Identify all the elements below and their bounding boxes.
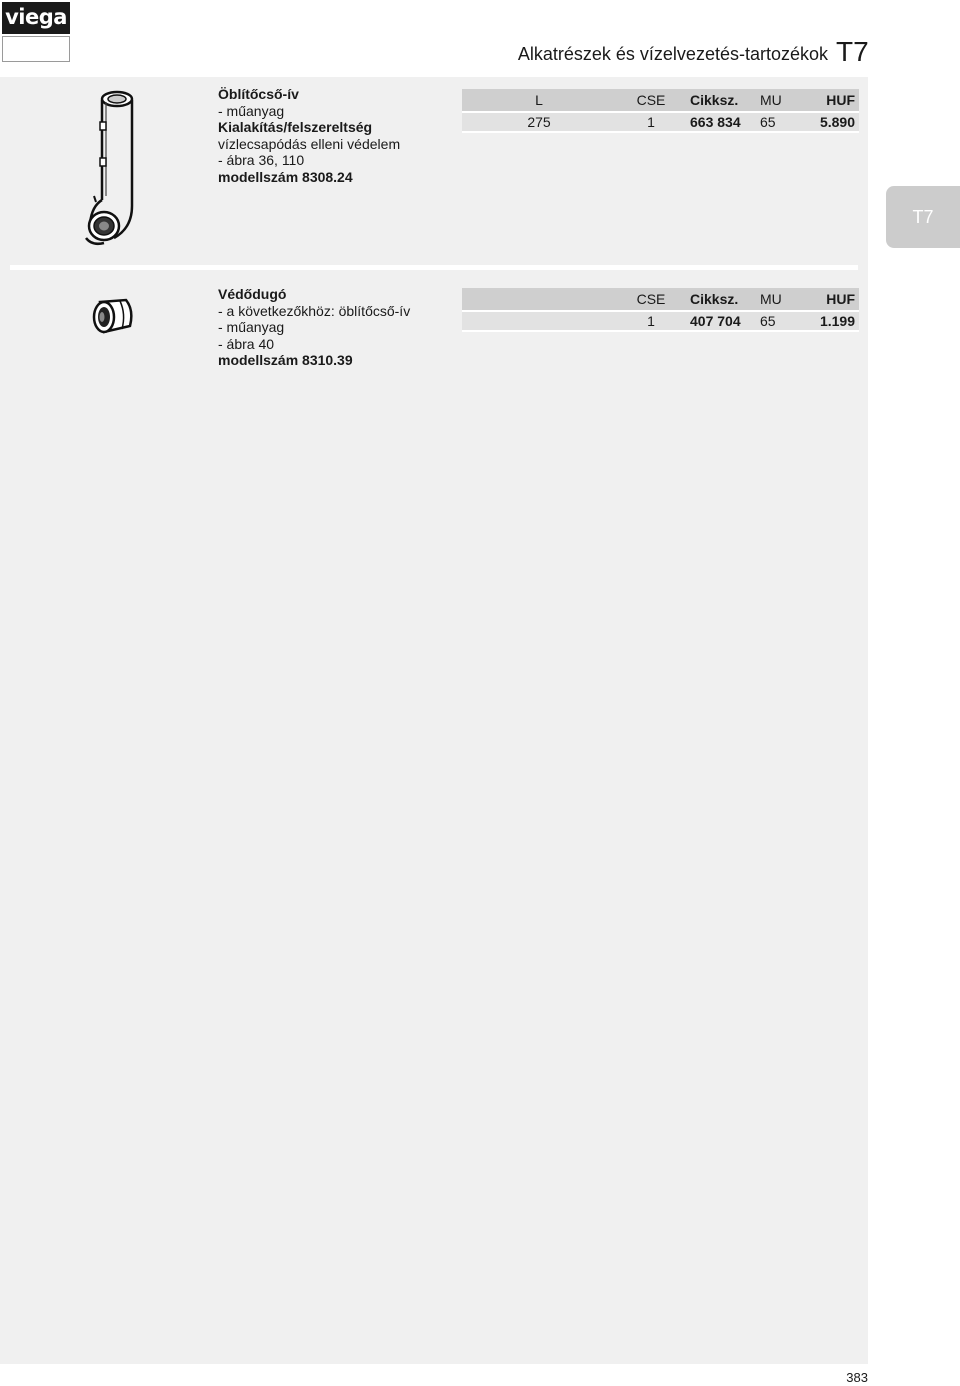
product-table: CSE Cikksz. MU HUF 1 407 704 65 1.199: [462, 288, 859, 332]
column-header-price: HUF: [796, 288, 859, 312]
cell-length: 275: [462, 112, 616, 133]
cell-unit: 65: [756, 112, 796, 133]
cell-article-number: 407 704: [686, 311, 756, 332]
description-line: Védődugó: [218, 286, 287, 302]
table-row: 1 407 704 65 1.199: [462, 311, 859, 332]
description-line: vízlecsapódás elleni védelem: [218, 135, 401, 152]
description-line: - műanyag: [218, 319, 285, 335]
column-header-length: L: [462, 89, 616, 113]
section-code: T7: [836, 36, 869, 67]
protective-cap-image: [92, 298, 133, 334]
column-header-unit: MU: [756, 288, 796, 312]
flush-pipe-bend-image: [85, 90, 134, 246]
description-line: - ábra 40: [218, 335, 275, 352]
content-area: [0, 77, 868, 1364]
table-header-row: CSE Cikksz. MU HUF: [462, 288, 859, 312]
logo-box-blank: [2, 36, 70, 62]
description-line: modellszám 8308.24: [218, 168, 353, 185]
cell-pack: 1: [616, 112, 686, 133]
cell-pack: 1: [616, 311, 686, 332]
cell-empty: [462, 311, 616, 332]
column-header-article: Cikksz.: [686, 288, 756, 312]
viega-logo: viega: [2, 2, 70, 34]
column-header-price: HUF: [796, 89, 859, 113]
page-number: 383: [846, 1370, 868, 1385]
product-description: Védődugó - a következőkhöz: öblítőcső-ív…: [218, 286, 410, 369]
table-header-row: L CSE Cikksz. MU HUF: [462, 89, 859, 113]
section-tab-t7[interactable]: T7: [886, 186, 960, 248]
product-description: Öblítőcső-ív - műanyag Kialakítás/felsze…: [218, 86, 400, 185]
product-table: L CSE Cikksz. MU HUF 275 1 663 834 65 5.…: [462, 89, 859, 133]
cell-price: 1.199: [796, 311, 859, 332]
table-row: 275 1 663 834 65 5.890: [462, 112, 859, 133]
description-line: modellszám 8310.39: [218, 352, 353, 368]
column-header-pack: CSE: [616, 89, 686, 113]
cell-article-number: 663 834: [686, 112, 756, 133]
cell-price: 5.890: [796, 112, 859, 133]
description-line: - a következőkhöz: öblítőcső-ív: [218, 302, 411, 319]
column-header-pack: CSE: [616, 288, 686, 312]
description-line: Kialakítás/felszereltség: [218, 119, 373, 135]
description-line: - műanyag: [218, 102, 285, 119]
column-header-empty: [462, 288, 616, 312]
page-title: Alkatrészek és vízelvezetés-tartozékok: [517, 44, 828, 64]
column-header-unit: MU: [756, 89, 796, 113]
cell-unit: 65: [756, 311, 796, 332]
column-header-article: Cikksz.: [686, 89, 756, 113]
description-line: - ábra 36, 110: [218, 152, 305, 168]
description-line: Öblítőcső-ív: [218, 86, 299, 102]
section-divider: [10, 265, 858, 270]
